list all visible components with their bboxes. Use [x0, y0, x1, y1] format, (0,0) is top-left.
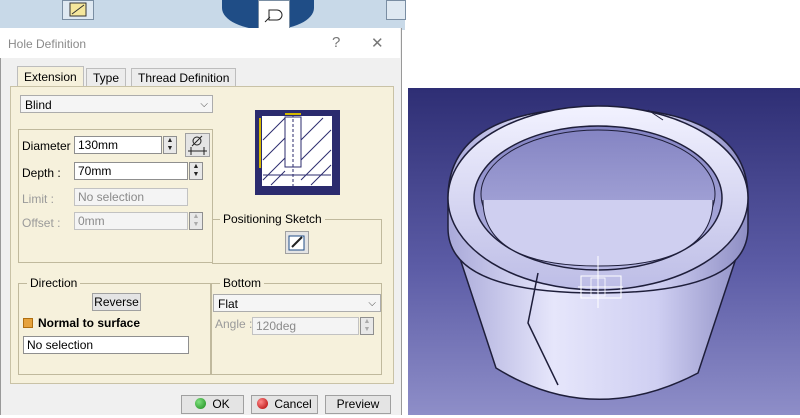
offset-spinner: ▲ ▼ — [189, 212, 203, 230]
cancel-button[interactable]: Cancel — [251, 395, 318, 414]
tab-thread-definition[interactable]: Thread Definition — [131, 68, 237, 88]
diameter-field[interactable]: 130mm — [74, 136, 162, 154]
limit-label: Limit : — [22, 192, 55, 206]
angle-label: Angle : — [215, 317, 253, 331]
preview-button[interactable]: Preview — [325, 395, 391, 414]
depth-label: Depth : — [22, 166, 61, 180]
toolbar-strip — [0, 0, 406, 30]
depth-field[interactable]: 70mm — [74, 162, 188, 180]
dialog-title: Hole Definition — [8, 37, 87, 51]
bottom-type-select[interactable]: Flat ⌵ — [213, 294, 381, 312]
cancel-label: Cancel — [274, 397, 312, 411]
extension-type-value: Blind — [25, 98, 52, 112]
ok-label: OK — [212, 397, 230, 411]
positioning-sketch-label: Positioning Sketch — [220, 212, 325, 226]
ok-dot-icon — [195, 398, 207, 409]
reverse-button[interactable]: Reverse — [92, 293, 141, 311]
bottom-label: Bottom — [220, 276, 265, 290]
checkbox-icon[interactable] — [23, 318, 33, 328]
chevron-down-icon: ⌵ — [200, 99, 208, 110]
chevron-down-icon: ⌵ — [368, 298, 376, 309]
offset-field: 0mm — [74, 212, 188, 230]
tab-type[interactable]: Type — [86, 68, 127, 88]
help-button[interactable]: ? — [332, 34, 340, 51]
direction-label: Direction — [27, 276, 81, 290]
tab-extension[interactable]: Extension — [17, 66, 84, 88]
toolbar-grid-icon[interactable] — [386, 0, 406, 20]
toolbar-edit-icon[interactable] — [62, 0, 94, 20]
depth-spinner[interactable]: ▲ ▼ — [189, 162, 203, 180]
ok-button[interactable]: OK — [181, 395, 244, 414]
hole-preview-icon — [255, 110, 340, 195]
sketch-icon[interactable] — [285, 231, 309, 254]
close-button[interactable]: ✕ — [371, 34, 384, 52]
offset-label: Offset : — [22, 216, 61, 230]
angle-spinner: ▲ ▼ — [360, 317, 374, 335]
limit-field: No selection — [74, 188, 188, 206]
extension-type-select[interactable]: Blind ⌵ — [20, 95, 213, 113]
toolbar-hole-icon[interactable] — [258, 0, 290, 30]
direction-selection-field[interactable]: No selection — [23, 336, 189, 354]
diameter-spinner[interactable]: ▲ ▼ — [163, 136, 177, 154]
angle-field: 120deg — [252, 317, 359, 335]
diameter-icon[interactable] — [185, 133, 210, 157]
diameter-label: Diameter : — [22, 139, 78, 153]
bottom-type-value: Flat — [218, 297, 239, 311]
normal-to-surface-label: Normal to surface — [38, 316, 141, 330]
cancel-dot-icon — [257, 398, 269, 409]
hollow-part-3d-model — [447, 105, 749, 401]
3d-viewport[interactable] — [408, 88, 800, 415]
